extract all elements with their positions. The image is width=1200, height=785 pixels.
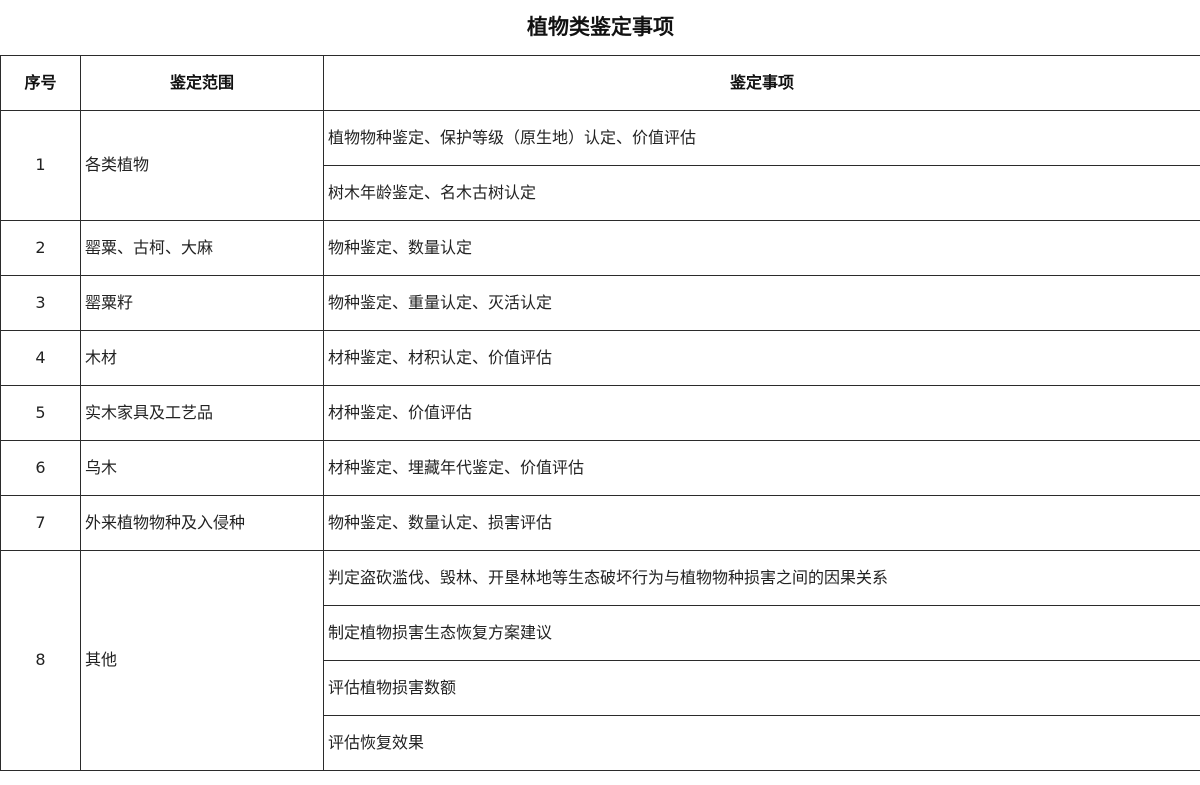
- cell-scope[interactable]: 乌木: [80, 439, 324, 496]
- table-row: 6 乌木 材种鉴定、埋藏年代鉴定、价值评估: [0, 439, 1200, 496]
- cell-item[interactable]: 材种鉴定、材积认定、价值评估: [323, 329, 1200, 386]
- cell-index[interactable]: 7: [0, 494, 81, 551]
- header-index[interactable]: 序号: [0, 54, 81, 111]
- title-row: 植物类鉴定事项: [0, 0, 1200, 56]
- table-row: 2 罂粟、古柯、大麻 物种鉴定、数量认定: [0, 219, 1200, 276]
- cell-scope[interactable]: 各类植物: [80, 109, 324, 221]
- cell-scope[interactable]: 外来植物物种及入侵种: [80, 494, 324, 551]
- cell-index[interactable]: 4: [0, 329, 81, 386]
- cell-item[interactable]: 植物物种鉴定、保护等级（原生地）认定、价值评估: [323, 109, 1200, 166]
- cell-item[interactable]: 物种鉴定、数量认定、损害评估: [323, 494, 1200, 551]
- cell-scope[interactable]: 其他: [80, 549, 324, 771]
- spreadsheet: 植物类鉴定事项 序号 鉴定范围 鉴定事项 1 各类植物 植物物种鉴定、保护等级（原生…: [0, 0, 1200, 785]
- cell-scope[interactable]: 实木家具及工艺品: [80, 384, 324, 441]
- cell-item[interactable]: 树木年龄鉴定、名木古树认定: [323, 164, 1200, 221]
- cell-index[interactable]: 2: [0, 219, 81, 276]
- appraisal-table: 植物类鉴定事项 序号 鉴定范围 鉴定事项 1 各类植物 植物物种鉴定、保护等级（原生…: [0, 0, 1200, 771]
- table-row: 8 其他 判定盗砍滥伐、毁林、开垦林地等生态破坏行为与植物物种损害之间的因果关系: [0, 549, 1200, 771]
- cell-scope[interactable]: 罂粟、古柯、大麻: [80, 219, 324, 276]
- cell-scope[interactable]: 木材: [80, 329, 324, 386]
- table-title[interactable]: 植物类鉴定事项: [0, 0, 1200, 56]
- table-row: 4 木材 材种鉴定、材积认定、价值评估: [0, 329, 1200, 386]
- cell-index[interactable]: 5: [0, 384, 81, 441]
- cell-item[interactable]: 评估恢复效果: [323, 714, 1200, 771]
- table-row: 1 各类植物 植物物种鉴定、保护等级（原生地）认定、价值评估: [0, 109, 1200, 221]
- header-scope[interactable]: 鉴定范围: [80, 54, 324, 111]
- cell-index[interactable]: 6: [0, 439, 81, 496]
- header-items[interactable]: 鉴定事项: [323, 54, 1200, 111]
- cell-item[interactable]: 评估植物损害数额: [323, 659, 1200, 716]
- cell-scope[interactable]: 罂粟籽: [80, 274, 324, 331]
- cell-index[interactable]: 1: [0, 109, 81, 221]
- cell-item[interactable]: 材种鉴定、埋藏年代鉴定、价值评估: [323, 439, 1200, 496]
- cell-item[interactable]: 物种鉴定、数量认定: [323, 219, 1200, 276]
- table-body: 植物类鉴定事项 序号 鉴定范围 鉴定事项 1 各类植物 植物物种鉴定、保护等级（原生…: [0, 0, 1200, 771]
- cell-item[interactable]: 判定盗砍滥伐、毁林、开垦林地等生态破坏行为与植物物种损害之间的因果关系: [323, 549, 1200, 606]
- table-row: 5 实木家具及工艺品 材种鉴定、价值评估: [0, 384, 1200, 441]
- cell-index[interactable]: 8: [0, 549, 81, 771]
- table-row: 3 罂粟籽 物种鉴定、重量认定、灭活认定: [0, 274, 1200, 331]
- cell-item[interactable]: 制定植物损害生态恢复方案建议: [323, 604, 1200, 661]
- header-row: 序号 鉴定范围 鉴定事项: [0, 54, 1200, 111]
- cell-index[interactable]: 3: [0, 274, 81, 331]
- cell-item[interactable]: 材种鉴定、价值评估: [323, 384, 1200, 441]
- cell-item[interactable]: 物种鉴定、重量认定、灭活认定: [323, 274, 1200, 331]
- table-row: 7 外来植物物种及入侵种 物种鉴定、数量认定、损害评估: [0, 494, 1200, 551]
